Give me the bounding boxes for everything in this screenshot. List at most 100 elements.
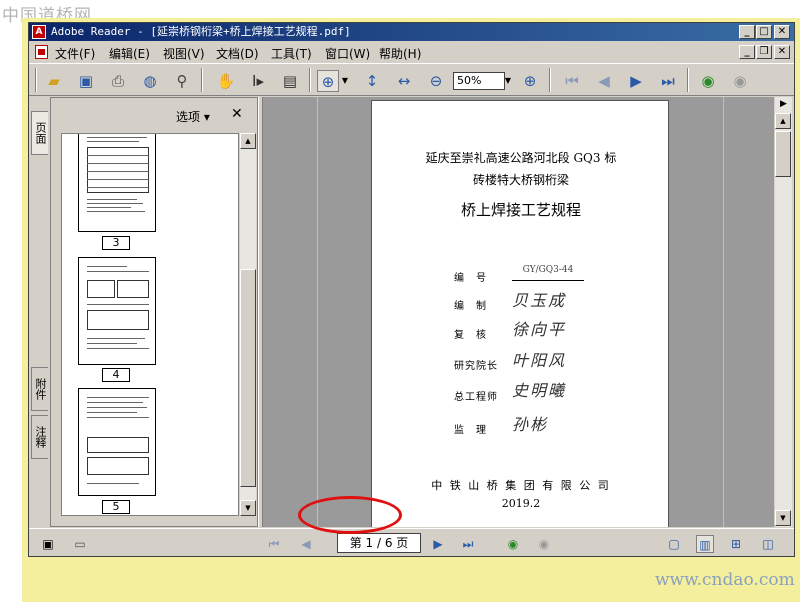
toolbar-separator bbox=[309, 68, 311, 92]
doc-minimize-button[interactable]: _ bbox=[739, 45, 755, 59]
navigation-tabs: 页面 附件 注释 bbox=[29, 97, 49, 527]
zoom-in-icon[interactable]: ⊕ bbox=[317, 70, 339, 92]
zoom-out-minus-icon[interactable]: ⊖ bbox=[425, 70, 447, 92]
snapshot-icon[interactable]: ▤ bbox=[279, 70, 301, 92]
continuous-page-icon[interactable]: ▥ bbox=[696, 535, 714, 553]
scroll-down-icon[interactable]: ▼ bbox=[240, 500, 256, 516]
expand-right-icon[interactable]: ▶ bbox=[776, 97, 791, 112]
tab-attachments[interactable]: 附件 bbox=[31, 367, 48, 411]
menu-edit[interactable]: 编辑(E) bbox=[109, 45, 150, 62]
email-icon[interactable]: ◍ bbox=[139, 70, 161, 92]
panel-close-button[interactable]: ✕ bbox=[231, 106, 243, 122]
search-icon[interactable]: ⚲ bbox=[171, 70, 193, 92]
page-thumbnail-3[interactable] bbox=[78, 134, 156, 232]
page-number-indicator[interactable]: 第 1 / 6 页 bbox=[337, 533, 421, 553]
signature: 叶阳风 bbox=[512, 351, 567, 370]
field-label: 编 制 bbox=[454, 301, 487, 312]
open-icon[interactable]: ▰ bbox=[43, 70, 65, 92]
doc-scroll-down-icon[interactable]: ▼ bbox=[775, 510, 791, 526]
field-label: 复 核 bbox=[454, 330, 487, 341]
status-go-forward-icon[interactable]: ◉ bbox=[535, 535, 553, 553]
doc-line-2: 砖楼特大桥钢桁梁 bbox=[472, 173, 569, 187]
menu-view[interactable]: 视图(V) bbox=[163, 45, 205, 62]
panel-toggle-icon[interactable]: ▣ bbox=[39, 535, 57, 553]
print-icon[interactable]: ⎙ bbox=[107, 70, 129, 92]
fit-width-icon[interactable]: ↔ bbox=[393, 70, 415, 92]
page-thumbnail-4[interactable] bbox=[78, 257, 156, 365]
status-go-back-icon[interactable]: ◉ bbox=[504, 535, 522, 553]
zoom-input[interactable]: 50% bbox=[453, 72, 505, 90]
doc-title: 桥上焊接工艺规程 bbox=[460, 201, 581, 219]
minimize-button[interactable]: _ bbox=[739, 25, 755, 39]
toolbar-separator bbox=[549, 68, 551, 92]
field-label: 监 理 bbox=[454, 425, 487, 436]
menu-window[interactable]: 窗口(W) bbox=[325, 45, 370, 62]
status-prev-page-icon[interactable]: ◀ bbox=[297, 535, 315, 553]
field-label: 编 号 bbox=[454, 273, 487, 284]
page-options-icon[interactable]: ▭ bbox=[71, 535, 89, 553]
menu-help[interactable]: 帮助(H) bbox=[379, 45, 421, 62]
single-page-icon[interactable]: ▢ bbox=[665, 535, 683, 553]
panel-scroll-thumb[interactable] bbox=[240, 269, 256, 487]
signature: 贝玉成 bbox=[512, 291, 567, 310]
menu-tools[interactable]: 工具(T) bbox=[271, 45, 312, 62]
doc-date: 2019.2 bbox=[501, 497, 541, 510]
panel-options-button[interactable]: 选项 ▾ bbox=[176, 108, 210, 125]
field-value: GY/GQ3-44 bbox=[512, 265, 584, 281]
zoom-plus-icon[interactable]: ⊕ bbox=[519, 70, 541, 92]
hand-icon[interactable]: ✋ bbox=[215, 70, 237, 92]
title-bar: A Adobe Reader - [延崇桥钢桁梁+桥上焊接工艺规程.pdf] _… bbox=[29, 23, 794, 41]
status-bar: ▣ ▭ ⏮ ◀ 第 1 / 6 页 ▶ ⏭ ◉ ◉ ▢ ▥ ⊞ ◫ bbox=[29, 528, 794, 556]
continuous-facing-icon[interactable]: ◫ bbox=[759, 535, 777, 553]
signature: 徐向平 bbox=[512, 320, 567, 339]
menu-file[interactable]: 文件(F) bbox=[55, 45, 95, 62]
menu-bar: 文件(F) 编辑(E) 视图(V) 文档(D) 工具(T) 窗口(W) 帮助(H… bbox=[29, 42, 794, 62]
document-view: 延庆至崇礼高速公路河北段 GQ3 标 砖楼特大桥钢桁梁 桥上焊接工艺规程 编 号… bbox=[263, 97, 774, 527]
last-page-icon[interactable]: ⏭ bbox=[657, 70, 679, 92]
pdf-page[interactable]: 延庆至崇礼高速公路河北段 GQ3 标 砖楼特大桥钢桁梁 桥上焊接工艺规程 编 号… bbox=[371, 100, 669, 527]
toolbar-separator bbox=[687, 68, 689, 92]
doc-scroll-thumb[interactable] bbox=[775, 131, 791, 177]
document-scrollbar[interactable]: ▶ ▲ ▼ bbox=[775, 97, 792, 527]
adobe-reader-icon: A bbox=[32, 25, 46, 39]
signature: 史明曦 bbox=[512, 381, 567, 400]
toolbar-separator bbox=[35, 68, 37, 92]
facing-pages-icon[interactable]: ⊞ bbox=[727, 535, 745, 553]
status-next-page-icon[interactable]: ▶ bbox=[429, 535, 447, 553]
thumbnail-number: 4 bbox=[102, 368, 130, 382]
prev-page-icon[interactable]: ◀ bbox=[593, 70, 615, 92]
signature: 孙彬 bbox=[512, 415, 549, 434]
doc-scroll-up-icon[interactable]: ▲ bbox=[775, 113, 791, 129]
menu-document[interactable]: 文档(D) bbox=[216, 45, 259, 62]
window-title: Adobe Reader - [延崇桥钢桁梁+桥上焊接工艺规程.pdf] bbox=[51, 25, 351, 38]
status-last-page-icon[interactable]: ⏭ bbox=[459, 535, 477, 553]
fit-height-icon[interactable]: ↕ bbox=[361, 70, 383, 92]
select-text-icon[interactable]: I▸ bbox=[247, 70, 269, 92]
zoom-select-arrow-icon[interactable]: ▼ bbox=[502, 72, 514, 90]
pdf-doc-icon[interactable] bbox=[35, 45, 48, 59]
field-label: 总工程师 bbox=[454, 392, 498, 403]
doc-company: 中 铁 山 桥 集 团 有 限 公 司 bbox=[431, 479, 611, 492]
go-back-icon[interactable]: ◉ bbox=[697, 70, 719, 92]
panel-scrollbar[interactable]: ▲ ▼ bbox=[240, 133, 256, 516]
scroll-up-icon[interactable]: ▲ bbox=[240, 133, 256, 149]
tab-comments[interactable]: 注释 bbox=[31, 415, 48, 459]
zoom-dropdown-icon[interactable]: ▼ bbox=[340, 70, 350, 92]
highlight-circle bbox=[298, 496, 402, 534]
thumbnail-number: 5 bbox=[102, 500, 130, 514]
close-button[interactable]: ✕ bbox=[774, 25, 790, 39]
watermark-bottom: www.cndao.com bbox=[655, 570, 795, 590]
status-first-page-icon[interactable]: ⏮ bbox=[265, 535, 283, 553]
page-thumbnail-5[interactable] bbox=[78, 388, 156, 496]
first-page-icon[interactable]: ⏮ bbox=[561, 70, 583, 92]
tab-pages[interactable]: 页面 bbox=[31, 111, 48, 155]
doc-close-button[interactable]: ✕ bbox=[774, 45, 790, 59]
go-forward-icon[interactable]: ◉ bbox=[729, 70, 751, 92]
doc-restore-button[interactable]: ❐ bbox=[756, 45, 772, 59]
maximize-button[interactable]: □ bbox=[756, 25, 772, 39]
app-window: A Adobe Reader - [延崇桥钢桁梁+桥上焊接工艺规程.pdf] _… bbox=[28, 22, 795, 557]
field-label: 研究院长 bbox=[454, 361, 498, 372]
save-icon[interactable]: ▣ bbox=[75, 70, 97, 92]
next-page-icon[interactable]: ▶ bbox=[625, 70, 647, 92]
thumbnail-number: 3 bbox=[102, 236, 130, 250]
